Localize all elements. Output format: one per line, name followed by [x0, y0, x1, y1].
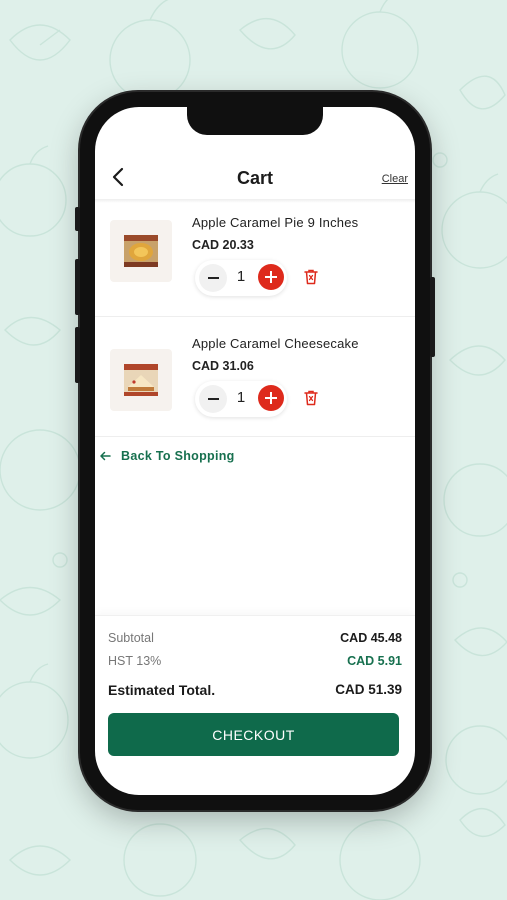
subtotal-row: Subtotal CAD 45.48	[108, 631, 402, 645]
quantity-stepper: 1	[195, 381, 287, 417]
cart-item: Apple Caramel Pie 9 Inches CAD 20.33 1	[95, 197, 415, 317]
item-name: Apple Caramel Cheesecake	[192, 336, 359, 351]
cheesecake-box-image	[124, 364, 158, 396]
page-title: Cart	[236, 168, 273, 188]
increase-quantity-button[interactable]	[258, 264, 284, 290]
remove-item-button[interactable]	[302, 389, 320, 407]
subtotal-value: CAD 45.48	[340, 631, 402, 645]
phone-silent-switch	[75, 207, 80, 231]
total-label: Estimated Total.	[108, 682, 216, 698]
checkout-button[interactable]: CHECKOUT	[108, 713, 399, 756]
phone-notch	[187, 107, 323, 135]
phone-power-button	[430, 277, 435, 357]
decrease-quantity-button[interactable]	[199, 385, 227, 413]
phone-frame: Cart Clear Apple Caramel Pie 9 Inches CA…	[75, 92, 435, 810]
phone-volume-down-button	[75, 327, 80, 383]
app-screen: Cart Clear Apple Caramel Pie 9 Inches CA…	[95, 107, 415, 795]
total-row: Estimated Total. CAD 51.39	[108, 682, 402, 698]
cart-item: Apple Caramel Cheesecake CAD 31.06 1	[95, 317, 415, 437]
increase-quantity-button[interactable]	[258, 385, 284, 411]
minus-icon	[207, 277, 219, 279]
tax-row: HST 13% CAD 5.91	[108, 654, 402, 668]
item-price: CAD 20.33	[192, 238, 254, 252]
quantity-value: 1	[236, 389, 246, 406]
total-value: CAD 51.39	[335, 682, 402, 697]
minus-icon	[207, 398, 219, 400]
pie-box-image	[124, 235, 158, 267]
phone-volume-up-button	[75, 259, 80, 315]
tax-label: HST 13%	[108, 654, 162, 668]
clear-cart-link[interactable]: Clear	[382, 173, 408, 185]
quantity-stepper: 1	[195, 260, 287, 296]
cart-header: Cart Clear	[95, 157, 415, 197]
product-image	[110, 349, 172, 411]
trash-icon	[304, 269, 318, 285]
item-name: Apple Caramel Pie 9 Inches	[192, 215, 359, 230]
decrease-quantity-button[interactable]	[199, 264, 227, 292]
remove-item-button[interactable]	[302, 268, 320, 286]
back-to-shopping-label: Back To Shopping	[121, 449, 235, 463]
product-image	[110, 220, 172, 282]
order-summary: Subtotal CAD 45.48 HST 13% CAD 5.91 Esti…	[95, 615, 415, 795]
back-to-shopping-link[interactable]: Back To Shopping	[99, 449, 235, 463]
tax-value: CAD 5.91	[347, 654, 402, 668]
trash-icon	[304, 390, 318, 406]
subtotal-label: Subtotal	[108, 631, 154, 645]
item-price: CAD 31.06	[192, 359, 254, 373]
quantity-value: 1	[236, 268, 246, 285]
arrow-left-icon	[100, 451, 111, 461]
